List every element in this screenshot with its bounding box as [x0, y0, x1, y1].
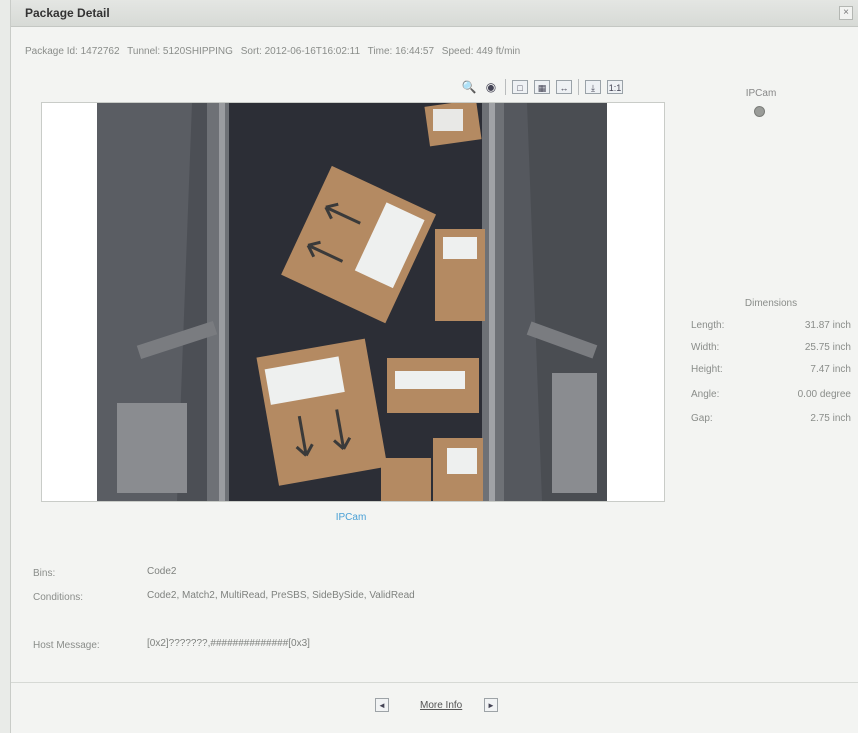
fit-icon[interactable]: □	[512, 80, 528, 94]
image-toolbar: 🔍 ◉ □ ▦ ↔ ⤓ 1:1	[461, 78, 623, 96]
zoom-icon[interactable]: 🔍	[461, 80, 477, 94]
package-id: Package Id: 1472762	[25, 46, 120, 57]
eye-icon[interactable]: ◉	[483, 80, 499, 94]
conditions-label: Conditions:	[33, 592, 84, 603]
close-button[interactable]: ×	[839, 6, 853, 20]
camera-status-icon	[754, 106, 765, 117]
dimension-label: Gap:	[691, 413, 713, 424]
host-message-value: [0x2]???????,##############[0x3]	[147, 638, 310, 649]
dimension-value: 0.00 degree	[797, 389, 851, 400]
host-message-label: Host Message:	[33, 640, 100, 651]
dimension-label: Height:	[691, 364, 723, 375]
dimension-row-gap: Gap: 2.75 inch	[691, 413, 851, 429]
dimension-value: 31.87 inch	[804, 320, 851, 331]
dimension-row-length: Length: 31.87 inch	[691, 320, 851, 336]
camera-side-label: IPCam	[745, 88, 777, 99]
dialog-titlebar[interactable]: Package Detail ×	[11, 0, 858, 27]
tunnel: Tunnel: 5120SHIPPING	[127, 46, 233, 57]
package-camera-image	[97, 103, 607, 501]
close-icon: ×	[843, 7, 849, 18]
toolbar-separator	[578, 79, 579, 95]
dimension-label: Angle:	[691, 389, 720, 400]
package-info-line: Package Id: 1472762 Tunnel: 5120SHIPPING…	[25, 46, 525, 57]
ratio-icon[interactable]: 1:1	[607, 80, 623, 94]
dimension-row-angle: Angle: 0.00 degree	[691, 389, 851, 405]
sort-time: Sort: 2012-06-16T16:02:11	[240, 46, 361, 57]
dimension-label: Width:	[691, 342, 720, 353]
previous-icon: ◄	[378, 701, 386, 710]
bins-label: Bins:	[33, 568, 56, 579]
next-icon: ►	[487, 701, 495, 710]
dimension-row-height: Height: 7.47 inch	[691, 364, 851, 380]
more-info-link[interactable]: More Info	[420, 700, 462, 711]
arrows-icon[interactable]: ↔	[556, 80, 572, 94]
grid-icon[interactable]: ▦	[534, 80, 550, 94]
conditions-value: Code2, Match2, MultiRead, PreSBS, SideBy…	[147, 590, 415, 601]
dimension-row-width: Width: 25.75 inch	[691, 342, 851, 358]
footer-divider	[11, 682, 858, 683]
dimensions-title: Dimensions	[744, 298, 798, 309]
previous-button[interactable]: ◄	[375, 698, 389, 712]
next-button[interactable]: ►	[484, 698, 498, 712]
package-detail-dialog: Package Detail × Package Id: 1472762 Tun…	[10, 0, 858, 733]
dialog-title: Package Detail	[25, 6, 110, 20]
camera-label[interactable]: IPCam	[311, 512, 391, 523]
camera-image-frame[interactable]	[41, 102, 665, 502]
download-icon[interactable]: ⤓	[585, 80, 601, 94]
dimension-label: Length:	[691, 320, 725, 331]
dimension-value: 25.75 inch	[804, 342, 851, 353]
dimension-value: 2.75 inch	[810, 413, 851, 424]
bins-value: Code2	[147, 566, 177, 577]
dimension-value: 7.47 inch	[810, 364, 851, 375]
time: Time: 16:44:57	[367, 46, 435, 57]
toolbar-separator	[505, 79, 506, 95]
speed: Speed: 449 ft/min	[441, 46, 521, 57]
